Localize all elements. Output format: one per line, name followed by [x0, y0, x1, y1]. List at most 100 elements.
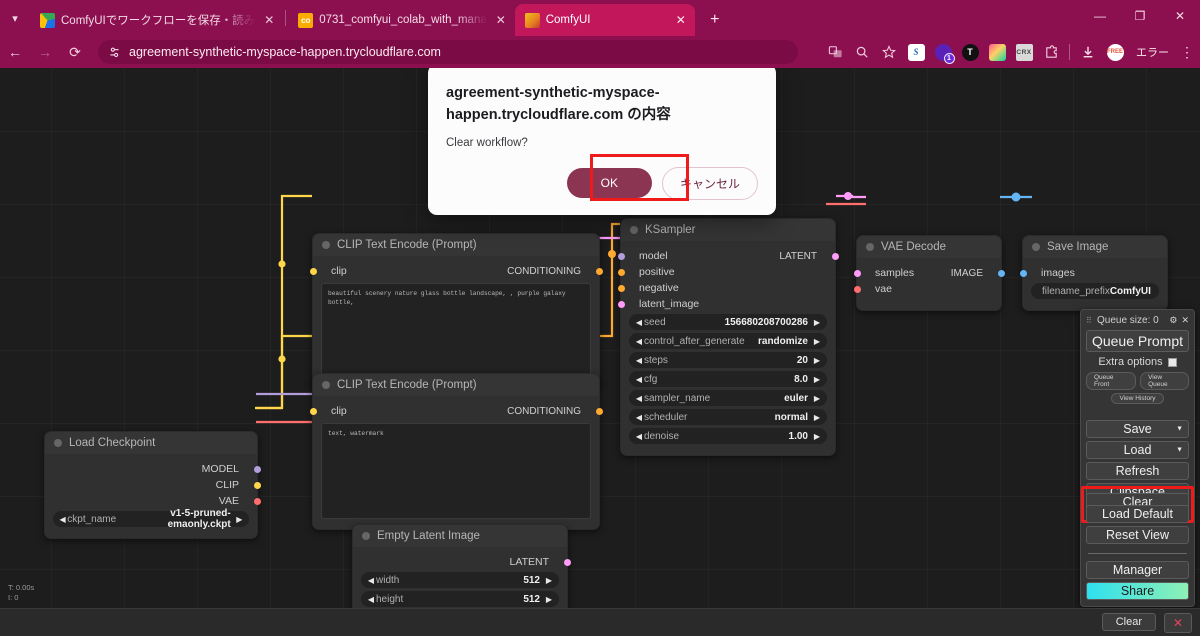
bottom-close-button[interactable]: ✕: [1163, 613, 1192, 633]
decrement-icon[interactable]: ◀: [634, 432, 644, 441]
node-input-images[interactable]: images: [1019, 266, 1167, 280]
prompt-textarea-negative[interactable]: text, watermark: [321, 423, 591, 519]
port-dot[interactable]: [1019, 269, 1027, 277]
node-title-bar[interactable]: CLIP Text Encode (Prompt): [313, 374, 599, 396]
widget-steps[interactable]: ◀ steps 20 ▶: [629, 352, 827, 368]
extension-t-icon[interactable]: T: [958, 40, 982, 64]
decrement-icon[interactable]: ◀: [634, 413, 644, 422]
tab-close-icon[interactable]: ✕: [673, 12, 689, 28]
port-dot[interactable]: [309, 407, 317, 415]
bookmark-star-icon[interactable]: [877, 40, 901, 64]
decrement-icon[interactable]: ◀: [634, 337, 644, 346]
node-input-negative[interactable]: negative: [617, 281, 835, 295]
node-input-vae[interactable]: vae: [853, 282, 1001, 296]
node-title-bar[interactable]: Save Image: [1023, 236, 1167, 258]
node-input-positive[interactable]: positive: [617, 265, 835, 279]
node-collapse-icon[interactable]: [322, 381, 330, 389]
node-input-samples[interactable]: samples IMAGE: [853, 266, 1005, 280]
increment-icon[interactable]: ▶: [812, 432, 822, 441]
port-dot[interactable]: [253, 497, 261, 505]
address-bar[interactable]: agreement-synthetic-myspace-happen.trycl…: [98, 40, 798, 64]
maximize-icon[interactable]: ❐: [1120, 0, 1160, 32]
back-icon[interactable]: ←: [0, 37, 30, 67]
drag-handle[interactable]: ⠿: [1086, 317, 1093, 325]
browser-menu-kebab-icon[interactable]: ⋮: [1178, 44, 1196, 61]
reset-view-button[interactable]: Reset View: [1086, 526, 1189, 544]
node-collapse-icon[interactable]: [866, 243, 874, 251]
forward-icon[interactable]: →: [30, 37, 60, 67]
node-input-model[interactable]: model LATENT: [617, 249, 839, 263]
node-input-latent-image[interactable]: latent_image: [617, 297, 835, 311]
load-button[interactable]: Load ▼: [1086, 441, 1189, 459]
extensions-puzzle-icon[interactable]: [1039, 40, 1063, 64]
tab-close-icon[interactable]: ✕: [493, 12, 509, 28]
node-load-checkpoint[interactable]: Load Checkpoint MODEL CLIP VAE ◀ ckpt_na: [44, 431, 261, 539]
increment-icon[interactable]: ▶: [812, 318, 822, 327]
load-default-button[interactable]: Load Default: [1086, 505, 1189, 523]
port-dot[interactable]: [253, 481, 261, 489]
widget-seed[interactable]: ◀ seed 156680208700286 ▶: [629, 314, 827, 330]
site-settings-icon[interactable]: [108, 46, 121, 59]
queue-prompt-button[interactable]: Queue Prompt: [1086, 330, 1189, 352]
save-button[interactable]: Save ▼: [1086, 420, 1189, 438]
widget-sampler-name[interactable]: ◀ sampler_name euler ▶: [629, 390, 827, 406]
decrement-icon[interactable]: ◀: [634, 318, 644, 327]
extension-free-icon[interactable]: FREE: [1103, 40, 1127, 64]
decrement-icon[interactable]: ◀: [634, 356, 644, 365]
browser-tab-1[interactable]: 0731_comfyui_colab_with_mana ✕: [288, 4, 515, 36]
widget-ckpt-name[interactable]: ◀ ckpt_name v1-5-pruned-emaonly.ckpt ▶: [53, 508, 249, 530]
increment-icon[interactable]: ▶: [812, 413, 822, 422]
extension-purple-icon[interactable]: 1: [931, 40, 955, 64]
widget-cfg[interactable]: ◀ cfg 8.0 ▶: [629, 371, 827, 387]
widget-denoise[interactable]: ◀ denoise 1.00 ▶: [629, 428, 827, 444]
node-vae-decode[interactable]: VAE Decode samples IMAGE vae: [853, 235, 1005, 311]
node-collapse-icon[interactable]: [362, 532, 370, 540]
port-dot-out[interactable]: [831, 253, 839, 260]
prompt-textarea-positive[interactable]: beautiful scenery nature glass bottle la…: [321, 283, 591, 379]
decrement-icon[interactable]: ◀: [58, 515, 67, 524]
port-dot-out[interactable]: [997, 270, 1005, 277]
browser-tab-0[interactable]: ComfyUIでワークフローを保存・読み ✕: [30, 4, 283, 36]
widget-scheduler[interactable]: ◀ scheduler normal ▶: [629, 409, 827, 425]
increment-icon[interactable]: ▶: [544, 595, 554, 604]
extra-options-row[interactable]: Extra options: [1086, 356, 1189, 368]
translate-icon[interactable]: [823, 40, 847, 64]
node-collapse-icon[interactable]: [322, 241, 330, 249]
node-collapse-icon[interactable]: [1032, 243, 1040, 251]
increment-icon[interactable]: ▶: [544, 576, 554, 585]
decrement-icon[interactable]: ◀: [366, 595, 376, 604]
downloads-icon[interactable]: [1076, 40, 1100, 64]
increment-icon[interactable]: ▶: [235, 515, 244, 524]
node-collapse-icon[interactable]: [54, 439, 62, 447]
node-collapse-icon[interactable]: [630, 226, 638, 234]
node-input-clip[interactable]: clip CONDITIONING: [309, 404, 603, 418]
tab-close-icon[interactable]: ✕: [261, 12, 277, 28]
port-dot[interactable]: [617, 268, 625, 276]
javascript-confirm-dialog[interactable]: agreement-synthetic-myspace-happen.trycl…: [428, 68, 776, 215]
widget-filename-prefix[interactable]: filename_prefix ComfyUI: [1031, 283, 1159, 299]
node-output-clip[interactable]: CLIP: [45, 478, 261, 492]
widget-width[interactable]: ◀ width 512 ▶: [361, 572, 559, 588]
widget-control-after-generate[interactable]: ◀ control_after_generate randomize ▶: [629, 333, 827, 349]
browser-tab-2-active[interactable]: ComfyUI ✕: [514, 4, 695, 36]
node-title-bar[interactable]: Empty Latent Image: [353, 525, 567, 547]
view-history-button[interactable]: View History: [1111, 393, 1164, 404]
port-dot-out[interactable]: [595, 268, 603, 275]
bottom-clear-button[interactable]: Clear: [1101, 613, 1156, 631]
decrement-icon[interactable]: ◀: [366, 576, 376, 585]
port-dot[interactable]: [853, 285, 861, 293]
dialog-cancel-button[interactable]: キャンセル: [661, 166, 758, 200]
queue-front-button[interactable]: Queue Front: [1086, 372, 1137, 390]
port-dot[interactable]: [617, 252, 625, 260]
dialog-ok-button[interactable]: OK: [566, 168, 652, 198]
manager-button[interactable]: Manager: [1086, 561, 1189, 579]
extension-s-icon[interactable]: S: [904, 40, 928, 64]
view-queue-button[interactable]: View Queue: [1140, 372, 1189, 390]
node-ksampler[interactable]: KSampler model LATENT positive negative: [617, 218, 839, 456]
refresh-button[interactable]: Refresh: [1086, 462, 1189, 480]
node-input-clip[interactable]: clip CONDITIONING: [309, 264, 603, 278]
tab-list-chevron-icon[interactable]: ▾: [0, 0, 30, 36]
close-icon[interactable]: ✕: [1181, 315, 1189, 326]
gear-icon[interactable]: ⚙: [1169, 315, 1177, 326]
port-dot[interactable]: [617, 300, 625, 308]
